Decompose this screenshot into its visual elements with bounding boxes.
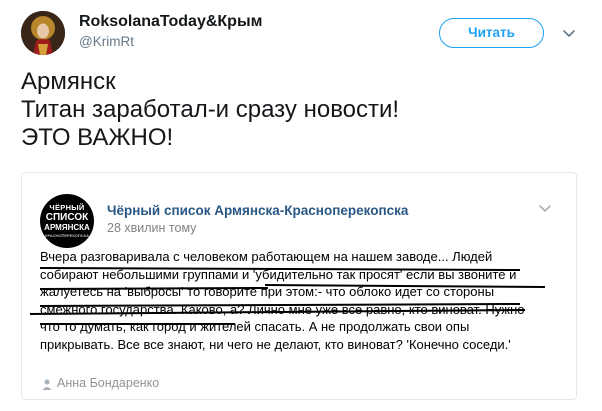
post-body: Вчера разговаривала с человеком работающ… xyxy=(40,248,570,354)
avatar[interactable] xyxy=(21,11,65,55)
chevron-down-icon xyxy=(536,202,554,216)
post-line: прикрывать. Все все знают, ни чего не де… xyxy=(40,336,511,352)
tweet-text: Армянск Титан заработал-и сразу новости!… xyxy=(21,68,581,152)
tweet: RoksolanaToday&Крым @KrimRt Читать Армян… xyxy=(0,0,602,411)
tweet-text-line: ЭТО ВАЖНО! xyxy=(21,124,174,151)
group-logo: ЧЁРНЫЙ СПИСОК АРМЯНСКА КРАСНОПЕРЕКОПСКА xyxy=(40,194,94,248)
user-handle[interactable]: @KrimRt xyxy=(79,34,134,49)
post-line: Вчера разговаривала с человеком работающ… xyxy=(40,249,493,264)
author-name[interactable]: Анна Бондаренко xyxy=(57,376,159,390)
person-icon xyxy=(42,377,52,390)
post-line: что то думать, как город и жителей спаса… xyxy=(40,319,470,335)
post-timestamp: 28 хвилин тому xyxy=(107,221,197,235)
post-line: жалуетесь на 'выбросы' то говорите при э… xyxy=(40,284,495,300)
post-line: собирают небольшими группами и 'убидител… xyxy=(40,266,517,282)
chevron-down-icon[interactable] xyxy=(560,24,578,42)
post-line: смежного государства. Каково, а? Лично м… xyxy=(40,301,525,317)
group-name[interactable]: Чёрный список Армянска-Красноперекопска xyxy=(107,203,408,218)
display-name[interactable]: RoksolanaToday&Крым xyxy=(79,13,262,31)
tweet-text-line: Армянск xyxy=(21,68,116,95)
tweet-text-line: Титан заработал-и сразу новости! xyxy=(21,96,400,123)
follow-button[interactable]: Читать xyxy=(439,18,544,48)
